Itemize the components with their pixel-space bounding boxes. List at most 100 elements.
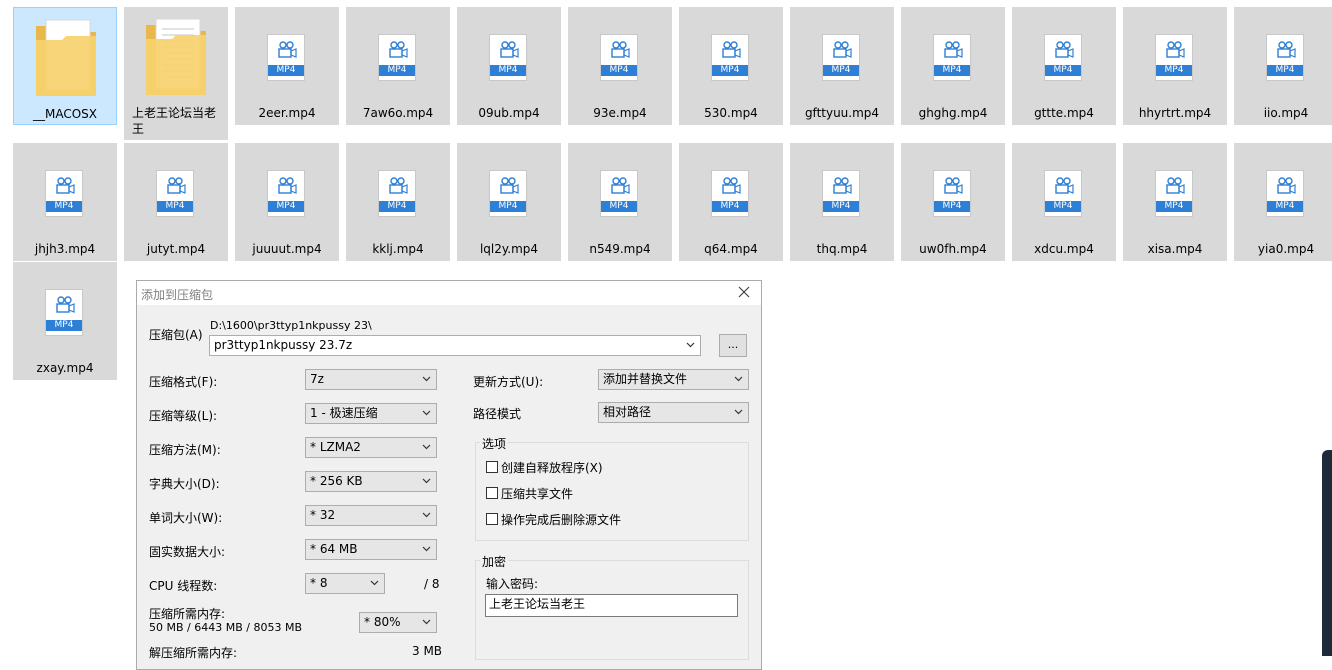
mp4-badge: MP4 bbox=[1156, 201, 1192, 212]
file-name: gfttyuu.mp4 bbox=[804, 106, 880, 120]
file-name: xdcu.mp4 bbox=[1034, 242, 1094, 256]
file-item[interactable]: MP4 7aw6o.mp4 bbox=[346, 7, 450, 125]
options-title: 选项 bbox=[480, 435, 509, 452]
video-file-icon: MP4 bbox=[1236, 9, 1332, 103]
file-name: q64.mp4 bbox=[704, 242, 758, 256]
dict-label: 字典大小(D): bbox=[149, 477, 220, 491]
chevron-down-icon bbox=[422, 410, 431, 416]
format-value: 7z bbox=[310, 372, 324, 386]
solid-value: * 64 MB bbox=[310, 542, 358, 556]
encrypt-title: 加密 bbox=[480, 553, 509, 570]
archive-label: 压缩包(A) bbox=[149, 328, 203, 342]
delete-checkbox[interactable] bbox=[486, 513, 498, 525]
video-file-icon: MP4 bbox=[348, 145, 448, 239]
word-label: 单词大小(W): bbox=[149, 511, 223, 525]
file-item[interactable]: MP4 iio.mp4 bbox=[1234, 7, 1332, 125]
format-select[interactable]: 7z bbox=[305, 369, 437, 390]
shared-checkbox[interactable] bbox=[486, 487, 498, 499]
password-value: 上老王论坛当老王 bbox=[489, 597, 586, 611]
file-item[interactable]: MP4 zxay.mp4 bbox=[13, 262, 117, 380]
browse-button[interactable]: ... bbox=[719, 334, 747, 357]
dialog-titlebar[interactable]: 添加到压缩包 bbox=[137, 281, 761, 305]
method-select[interactable]: * LZMA2 bbox=[305, 437, 437, 458]
level-label: 压缩等级(L): bbox=[149, 409, 218, 423]
chevron-down-icon bbox=[422, 376, 431, 382]
file-item[interactable]: MP4 thq.mp4 bbox=[790, 143, 894, 261]
file-name: uw0fh.mp4 bbox=[919, 242, 987, 256]
mp4-badge: MP4 bbox=[1045, 201, 1081, 212]
mp4-badge: MP4 bbox=[157, 201, 193, 212]
file-item[interactable]: MP4 n549.mp4 bbox=[568, 143, 672, 261]
file-item[interactable]: MP4 q64.mp4 bbox=[679, 143, 783, 261]
file-item[interactable]: MP4 530.mp4 bbox=[679, 7, 783, 125]
file-item[interactable]: MP4 lql2y.mp4 bbox=[457, 143, 561, 261]
mp4-badge: MP4 bbox=[46, 320, 82, 331]
file-item[interactable]: MP4 uw0fh.mp4 bbox=[901, 143, 1005, 261]
mp4-badge: MP4 bbox=[490, 201, 526, 212]
mp4-badge: MP4 bbox=[712, 201, 748, 212]
mp4-badge: MP4 bbox=[823, 65, 859, 76]
file-name: lql2y.mp4 bbox=[479, 242, 539, 256]
file-name: xisa.mp4 bbox=[1147, 242, 1203, 256]
folder-item[interactable]: __MACOSX bbox=[13, 7, 117, 125]
file-item[interactable]: MP4 jutyt.mp4 bbox=[124, 143, 228, 261]
video-file-icon: MP4 bbox=[570, 145, 670, 239]
mp4-badge: MP4 bbox=[934, 65, 970, 76]
mp4-badge: MP4 bbox=[601, 201, 637, 212]
sfx-label[interactable]: 创建自释放程序(X) bbox=[501, 459, 603, 476]
mp4-badge: MP4 bbox=[379, 65, 415, 76]
video-file-icon: MP4 bbox=[681, 145, 781, 239]
file-item[interactable]: MP4 xdcu.mp4 bbox=[1012, 143, 1116, 261]
chevron-down-icon bbox=[370, 580, 379, 586]
mem-values: 50 MB / 6443 MB / 8053 MB bbox=[149, 621, 302, 634]
mp4-badge: MP4 bbox=[268, 201, 304, 212]
update-select[interactable]: 添加并替换文件 bbox=[598, 369, 749, 390]
file-item[interactable]: MP4 2eer.mp4 bbox=[235, 7, 339, 125]
file-name: 530.mp4 bbox=[704, 106, 758, 120]
folder-icon bbox=[126, 9, 226, 103]
close-icon[interactable] bbox=[737, 285, 751, 299]
background-window-edge bbox=[1322, 450, 1332, 656]
file-item[interactable]: MP4 ghghg.mp4 bbox=[901, 7, 1005, 125]
file-item[interactable]: MP4 yia0.mp4 bbox=[1234, 143, 1332, 261]
add-to-archive-dialog: 添加到压缩包 压缩包(A) D:\1600\pr3ttyp1nkpussy 23… bbox=[136, 280, 762, 670]
file-item[interactable]: MP4 hhyrtrt.mp4 bbox=[1123, 7, 1227, 125]
password-input[interactable]: 上老王论坛当老王 bbox=[485, 594, 738, 617]
video-file-icon: MP4 bbox=[1014, 145, 1114, 239]
video-file-icon: MP4 bbox=[681, 9, 781, 103]
video-file-icon: MP4 bbox=[1236, 145, 1332, 239]
chevron-down-icon bbox=[734, 376, 743, 382]
method-value: * LZMA2 bbox=[310, 440, 361, 454]
file-item[interactable]: MP4 juuuut.mp4 bbox=[235, 143, 339, 261]
delete-label[interactable]: 操作完成后删除源文件 bbox=[501, 511, 621, 528]
archive-name-combo[interactable]: pr3ttyp1nkpussy 23.7z bbox=[209, 335, 701, 356]
file-name: 09ub.mp4 bbox=[478, 106, 540, 120]
folder-icon bbox=[16, 10, 116, 104]
decomp-label: 解压缩所需内存: bbox=[149, 646, 238, 660]
file-name: 7aw6o.mp4 bbox=[362, 106, 434, 120]
word-select[interactable]: * 32 bbox=[305, 505, 437, 526]
file-item[interactable]: MP4 09ub.mp4 bbox=[457, 7, 561, 125]
mem-percent-select[interactable]: * 80% bbox=[359, 612, 437, 633]
file-item[interactable]: MP4 gfttyuu.mp4 bbox=[790, 7, 894, 125]
path-select[interactable]: 相对路径 bbox=[598, 402, 749, 423]
dict-select[interactable]: * 256 KB bbox=[305, 471, 437, 492]
file-item[interactable]: MP4 xisa.mp4 bbox=[1123, 143, 1227, 261]
mp4-badge: MP4 bbox=[268, 65, 304, 76]
shared-label[interactable]: 压缩共享文件 bbox=[501, 485, 573, 502]
solid-select[interactable]: * 64 MB bbox=[305, 539, 437, 560]
file-name: zxay.mp4 bbox=[36, 361, 94, 375]
dict-value: * 256 KB bbox=[310, 474, 363, 488]
file-item[interactable]: MP4 jhjh3.mp4 bbox=[13, 143, 117, 261]
level-select[interactable]: 1 - 极速压缩 bbox=[305, 403, 437, 424]
method-label: 压缩方法(M): bbox=[149, 443, 221, 457]
file-item[interactable]: MP4 93e.mp4 bbox=[568, 7, 672, 125]
video-file-icon: MP4 bbox=[459, 145, 559, 239]
sfx-checkbox[interactable] bbox=[486, 461, 498, 473]
cpu-select[interactable]: * 8 bbox=[305, 573, 385, 594]
folder-item[interactable]: 上老王论坛当老王 bbox=[124, 7, 228, 140]
file-item[interactable]: MP4 kklj.mp4 bbox=[346, 143, 450, 261]
cpu-label: CPU 线程数: bbox=[149, 579, 218, 593]
format-label: 压缩格式(F): bbox=[149, 375, 218, 389]
file-item[interactable]: MP4 gttte.mp4 bbox=[1012, 7, 1116, 125]
